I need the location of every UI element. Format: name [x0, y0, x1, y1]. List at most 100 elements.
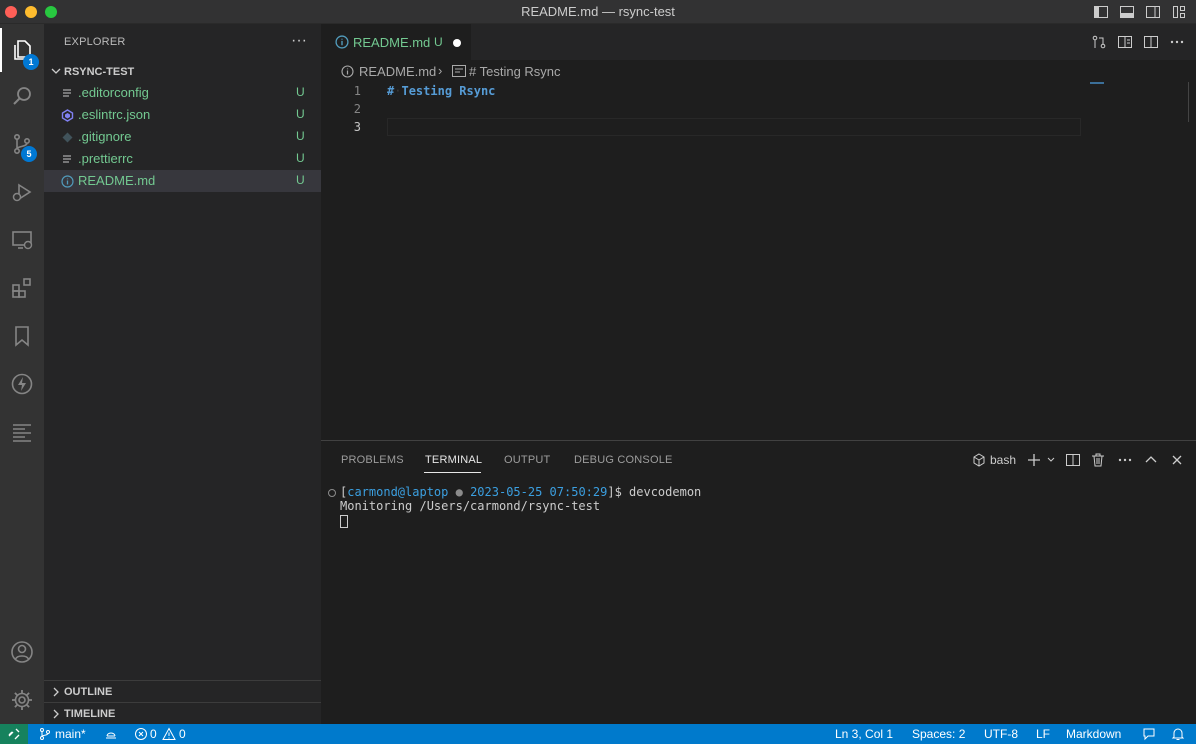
file-name: README.md: [78, 173, 156, 188]
explorer-badge: 1: [23, 54, 39, 70]
lines-icon: [60, 86, 74, 100]
tab-readme[interactable]: README.md U: [321, 24, 471, 60]
folder-header[interactable]: RSYNC-TEST: [44, 62, 321, 84]
cursor-position[interactable]: Ln 3, Col 1: [835, 727, 893, 741]
outline-section-header[interactable]: OUTLINE: [44, 680, 321, 702]
section-label: OUTLINE: [64, 686, 113, 698]
file-item-prettierrc[interactable]: .prettierrc U: [44, 148, 321, 170]
tab-problems[interactable]: PROBLEMS: [341, 454, 404, 466]
unsaved-dot-icon[interactable]: [453, 39, 461, 47]
code-editor[interactable]: 1 2 3 #·Testing Rsync: [321, 82, 1196, 440]
bell-icon[interactable]: [1171, 727, 1185, 741]
tab-terminal[interactable]: TERMINAL: [425, 454, 482, 466]
chevron-right-icon: [53, 687, 59, 697]
git-status-badge: U: [296, 85, 305, 99]
file-name: .gitignore: [78, 129, 132, 144]
tab-debug-console[interactable]: DEBUG CONSOLE: [574, 454, 673, 466]
info-icon: [335, 35, 349, 49]
line-number: 1: [353, 84, 361, 98]
more-actions-icon[interactable]: [1169, 34, 1185, 50]
timeline-section-header[interactable]: TIMELINE: [44, 702, 321, 724]
toggle-primary-sidebar-icon[interactable]: [1093, 4, 1109, 20]
line-number: 2: [353, 102, 361, 116]
terminal-prompt-line: [carmond@laptop ● 2023-05-25 07:50:29]$ …: [340, 485, 702, 499]
code-line[interactable]: #·Testing Rsync: [387, 84, 495, 98]
indentation[interactable]: Spaces: 2: [912, 727, 965, 741]
terminal-output-line: Monitoring /Users/carmond/rsync-test: [340, 499, 601, 513]
terminal-shell-name[interactable]: bash: [990, 453, 1016, 467]
window-title: README.md — rsync-test: [521, 4, 675, 19]
terminal-user: carmond@laptop: [347, 485, 449, 499]
open-preview-icon[interactable]: [1117, 34, 1133, 50]
eslint-icon: [60, 108, 74, 122]
new-terminal-icon[interactable]: [1026, 452, 1042, 468]
heading-text: Testing Rsync: [401, 84, 496, 98]
language-mode[interactable]: Markdown: [1066, 727, 1121, 741]
line-number: 3: [353, 120, 361, 134]
remote-explorer-icon[interactable]: [0, 218, 44, 262]
chevron-down-icon[interactable]: [1043, 452, 1055, 468]
source-control-badge: 5: [21, 146, 37, 162]
breadcrumb: README.md › # Testing Rsync: [321, 60, 1196, 82]
close-panel-icon[interactable]: [1169, 452, 1185, 468]
extensions-icon[interactable]: [0, 266, 44, 310]
more-actions-icon[interactable]: [1117, 452, 1133, 468]
editor-tab-bar: README.md U: [321, 24, 1196, 60]
toggle-secondary-sidebar-icon[interactable]: [1145, 4, 1161, 20]
warning-icon[interactable]: [162, 727, 176, 741]
split-editor-icon[interactable]: [1143, 34, 1159, 50]
maximize-panel-icon[interactable]: [1143, 452, 1159, 468]
branch-name[interactable]: main*: [55, 727, 86, 741]
tab-output[interactable]: OUTPUT: [504, 454, 550, 466]
lightning-icon[interactable]: [0, 362, 44, 406]
bookmark-icon[interactable]: [0, 314, 44, 358]
open-changes-icon[interactable]: [1091, 34, 1107, 50]
file-item-readme[interactable]: README.md U: [44, 170, 321, 192]
active-tab-indicator: [424, 472, 481, 473]
search-icon[interactable]: [0, 74, 44, 118]
trash-icon[interactable]: [1090, 452, 1106, 468]
file-name: .editorconfig: [78, 85, 149, 100]
folder-name: RSYNC-TEST: [64, 66, 135, 78]
terminal[interactable]: [carmond@laptop ● 2023-05-25 07:50:29]$ …: [321, 485, 1196, 715]
git-branch-icon: [38, 727, 52, 741]
chevron-right-icon: ›: [438, 63, 443, 78]
customize-layout-icon[interactable]: [1171, 4, 1187, 20]
file-item-eslintrc[interactable]: .eslintrc.json U: [44, 104, 321, 126]
explorer-icon[interactable]: 1: [0, 28, 44, 72]
toggle-panel-icon[interactable]: [1119, 4, 1135, 20]
activity-bar: 1 5: [0, 24, 44, 724]
info-icon: [60, 174, 74, 188]
error-icon[interactable]: [134, 727, 148, 741]
source-control-icon[interactable]: 5: [0, 122, 44, 166]
encoding[interactable]: UTF-8: [984, 727, 1018, 741]
feedback-icon[interactable]: [1142, 727, 1156, 741]
explorer-title: EXPLORER: [64, 36, 126, 48]
chevron-right-icon: [53, 709, 59, 719]
git-icon: [60, 130, 74, 144]
command-decoration-icon: [328, 489, 336, 497]
minimap[interactable]: [1090, 82, 1104, 84]
account-icon[interactable]: [0, 630, 44, 674]
breadcrumb-file[interactable]: README.md: [359, 64, 436, 79]
editor-scrollbar[interactable]: [1188, 82, 1189, 122]
error-count[interactable]: 0: [150, 727, 157, 741]
git-status-badge: U: [296, 107, 305, 121]
remote-indicator-button[interactable]: [0, 724, 28, 744]
end-of-line[interactable]: LF: [1036, 727, 1050, 741]
sync-icon[interactable]: [104, 727, 118, 741]
settings-gear-icon[interactable]: [0, 678, 44, 722]
outline-list-icon[interactable]: [0, 410, 44, 454]
warning-count[interactable]: 0: [179, 727, 186, 741]
file-name: .eslintrc.json: [78, 107, 151, 122]
file-item-editorconfig[interactable]: .editorconfig U: [44, 82, 321, 104]
run-debug-icon[interactable]: [0, 170, 44, 214]
file-item-gitignore[interactable]: .gitignore U: [44, 126, 321, 148]
breadcrumb-symbol[interactable]: # Testing Rsync: [469, 64, 561, 79]
split-terminal-icon[interactable]: [1065, 452, 1081, 468]
chevron-down-icon: [51, 68, 61, 74]
terminal-datetime: 2023-05-25 07:50:29: [470, 485, 608, 499]
explorer-more-actions-icon[interactable]: ···: [291, 32, 307, 50]
section-label: TIMELINE: [64, 708, 116, 720]
terminal-shell-icon: [973, 453, 985, 467]
